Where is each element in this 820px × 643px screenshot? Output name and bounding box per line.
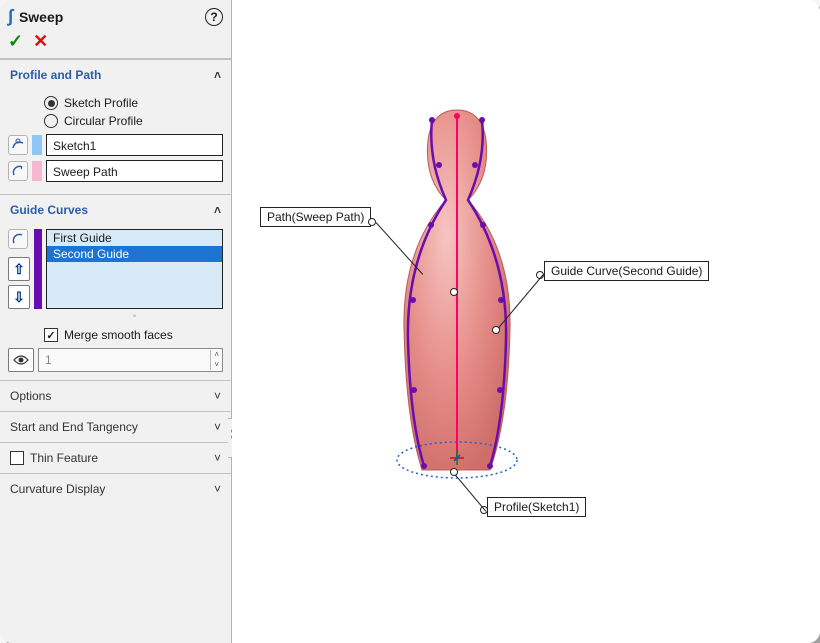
- section-header-guide-curves[interactable]: Guide Curves ˄: [0, 195, 231, 225]
- feature-title: Sweep: [19, 9, 199, 25]
- callout-profile: Profile(Sketch1): [487, 500, 586, 514]
- list-resize-handle[interactable]: ◦: [46, 311, 223, 322]
- profile-swatch: [32, 135, 42, 155]
- section-title: Curvature Display: [10, 482, 105, 496]
- chevron-down-icon: ˅: [214, 482, 221, 496]
- move-up-button[interactable]: ⇧: [8, 257, 30, 281]
- profile-type-icon[interactable]: [8, 135, 28, 155]
- checkbox-label: Merge smooth faces: [64, 328, 173, 342]
- leader-target-icon: [450, 288, 458, 296]
- graphics-viewport[interactable]: Path(Sweep Path) Guide Curve(Second Guid…: [232, 0, 820, 643]
- stepper-up-icon[interactable]: ˄: [211, 350, 222, 360]
- cancel-button[interactable]: ✕: [33, 31, 48, 52]
- chevron-up-icon: ˄: [214, 68, 221, 82]
- model-preview: [232, 0, 820, 643]
- chevron-down-icon: ˅: [214, 451, 221, 465]
- ok-button[interactable]: ✓: [8, 31, 23, 52]
- section-title: Start and End Tangency: [10, 420, 138, 434]
- callout-label: Profile(Sketch1): [487, 497, 586, 517]
- property-manager-panel: ∫ Sweep ? ✓ ✕ Profile and Path ˄ Sketch …: [0, 0, 232, 643]
- section-header-thin-feature[interactable]: Thin Feature ˅: [0, 443, 231, 473]
- radio-label: Circular Profile: [64, 114, 143, 128]
- chevron-down-icon: ˅: [214, 389, 221, 403]
- help-icon[interactable]: ?: [205, 8, 223, 26]
- radio-sketch-profile[interactable]: Sketch Profile: [8, 94, 223, 112]
- visibility-button[interactable]: [8, 348, 34, 372]
- checkbox-merge-smooth-faces[interactable]: Merge smooth faces: [8, 322, 223, 344]
- list-item[interactable]: Second Guide: [47, 246, 222, 262]
- callout-path: Path(Sweep Path): [260, 210, 371, 224]
- path-swatch: [32, 161, 42, 181]
- list-item[interactable]: First Guide: [47, 230, 222, 246]
- section-title: Options: [10, 389, 51, 403]
- leader-target-icon: [450, 468, 458, 476]
- section-title: Thin Feature: [30, 451, 214, 465]
- section-title: Profile and Path: [10, 68, 101, 82]
- checkbox-icon: [10, 451, 24, 465]
- callout-label: Guide Curve(Second Guide): [544, 261, 709, 281]
- radio-circular-profile[interactable]: Circular Profile: [8, 112, 223, 130]
- section-header-profile-path[interactable]: Profile and Path ˄: [0, 60, 231, 90]
- path-selection-field[interactable]: Sweep Path: [46, 160, 223, 182]
- section-header-curvature-display[interactable]: Curvature Display ˅: [0, 474, 231, 504]
- path-type-icon[interactable]: [8, 161, 28, 181]
- radio-icon: [44, 114, 58, 128]
- stepper-down-icon[interactable]: ˅: [211, 360, 222, 370]
- section-header-options[interactable]: Options ˅: [0, 381, 231, 411]
- chevron-up-icon: ˄: [214, 203, 221, 217]
- leader-target-icon: [492, 326, 500, 334]
- guide-type-icon[interactable]: [8, 229, 28, 249]
- section-header-tangency[interactable]: Start and End Tangency ˅: [0, 412, 231, 442]
- move-down-button[interactable]: ⇩: [8, 285, 30, 309]
- guide-curves-list[interactable]: First Guide Second Guide: [46, 229, 223, 309]
- sweep-feature-icon: ∫: [8, 6, 13, 27]
- guide-swatch: [34, 229, 42, 309]
- section-title: Guide Curves: [10, 203, 88, 217]
- chevron-down-icon: ˅: [214, 420, 221, 434]
- value-text: 1: [39, 353, 210, 367]
- callout-guide: Guide Curve(Second Guide): [544, 264, 709, 278]
- callout-label: Path(Sweep Path): [260, 207, 371, 227]
- checkbox-icon: [44, 328, 58, 342]
- profile-selection-field[interactable]: Sketch1: [46, 134, 223, 156]
- visibility-value-input[interactable]: 1 ˄ ˅: [38, 348, 223, 372]
- radio-label: Sketch Profile: [64, 96, 138, 110]
- radio-icon: [44, 96, 58, 110]
